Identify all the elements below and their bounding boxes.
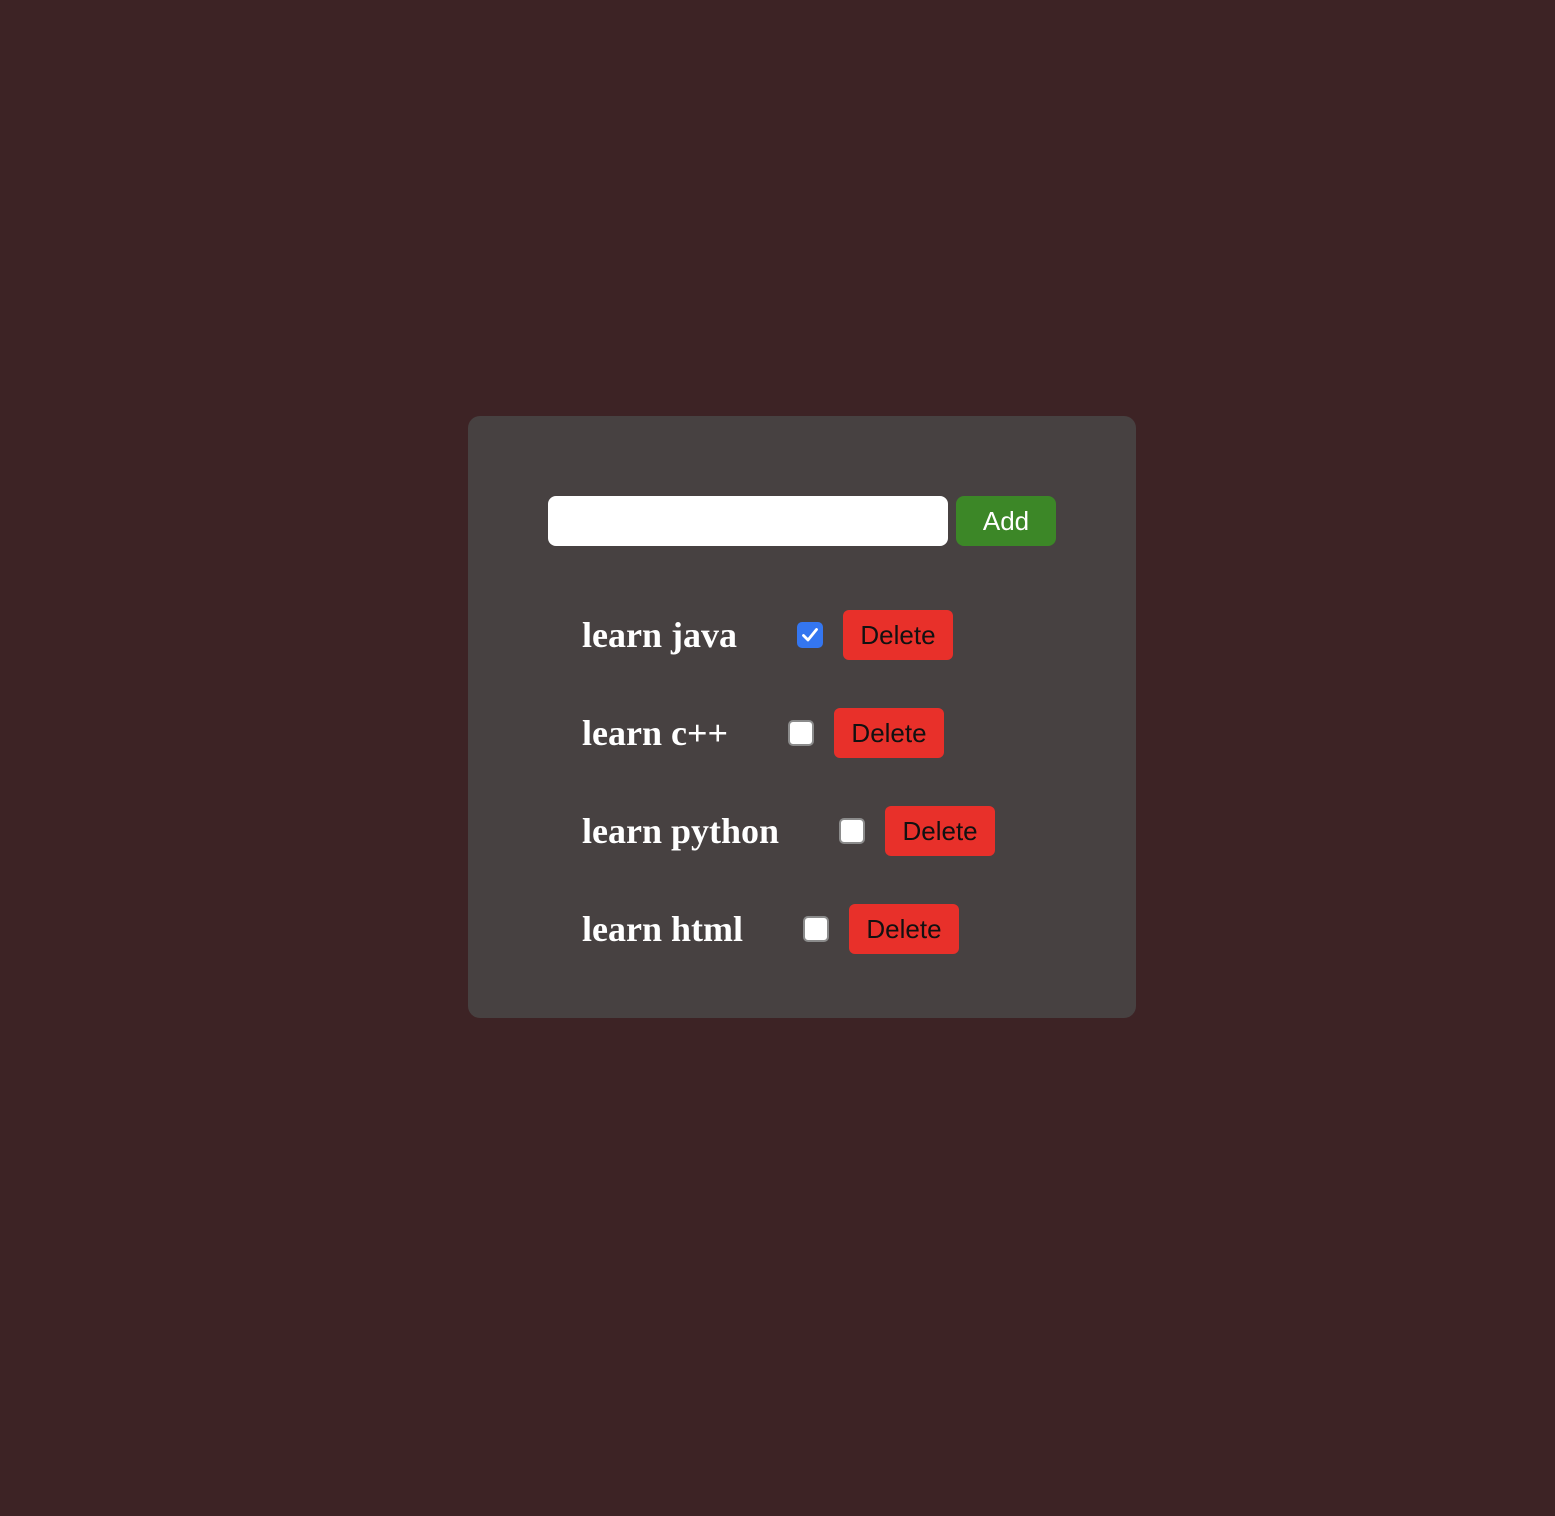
todo-checkbox[interactable] [802, 916, 829, 942]
add-task-row: Add [548, 496, 1056, 546]
checkmark-icon [802, 628, 818, 642]
todo-checkbox[interactable] [839, 818, 866, 844]
todo-item: learn html Delete [582, 904, 995, 954]
todo-label: learn c++ [582, 713, 728, 753]
delete-button[interactable]: Delete [834, 708, 944, 758]
todo-list: learn java Delete learn c++ Delete learn… [582, 610, 996, 1002]
add-button[interactable]: Add [956, 496, 1056, 546]
todo-label: learn java [582, 615, 737, 655]
delete-button[interactable]: Delete [848, 904, 959, 954]
todo-card: Add learn java Delete learn c++ Delete l… [468, 416, 1136, 1018]
todo-item: learn java Delete [582, 610, 995, 660]
todo-label: learn python [582, 811, 780, 851]
todo-item: learn c++ Delete [582, 708, 995, 758]
todo-item: learn python Delete [582, 806, 996, 856]
delete-button[interactable]: Delete [885, 806, 996, 856]
todo-checkbox[interactable] [796, 622, 823, 648]
app-background: { "input": { "value": "", "placeholder":… [0, 0, 1555, 1516]
todo-label: learn html [582, 909, 743, 949]
todo-checkbox[interactable] [788, 720, 814, 746]
delete-button[interactable]: Delete [842, 610, 953, 660]
task-input[interactable] [548, 496, 948, 546]
